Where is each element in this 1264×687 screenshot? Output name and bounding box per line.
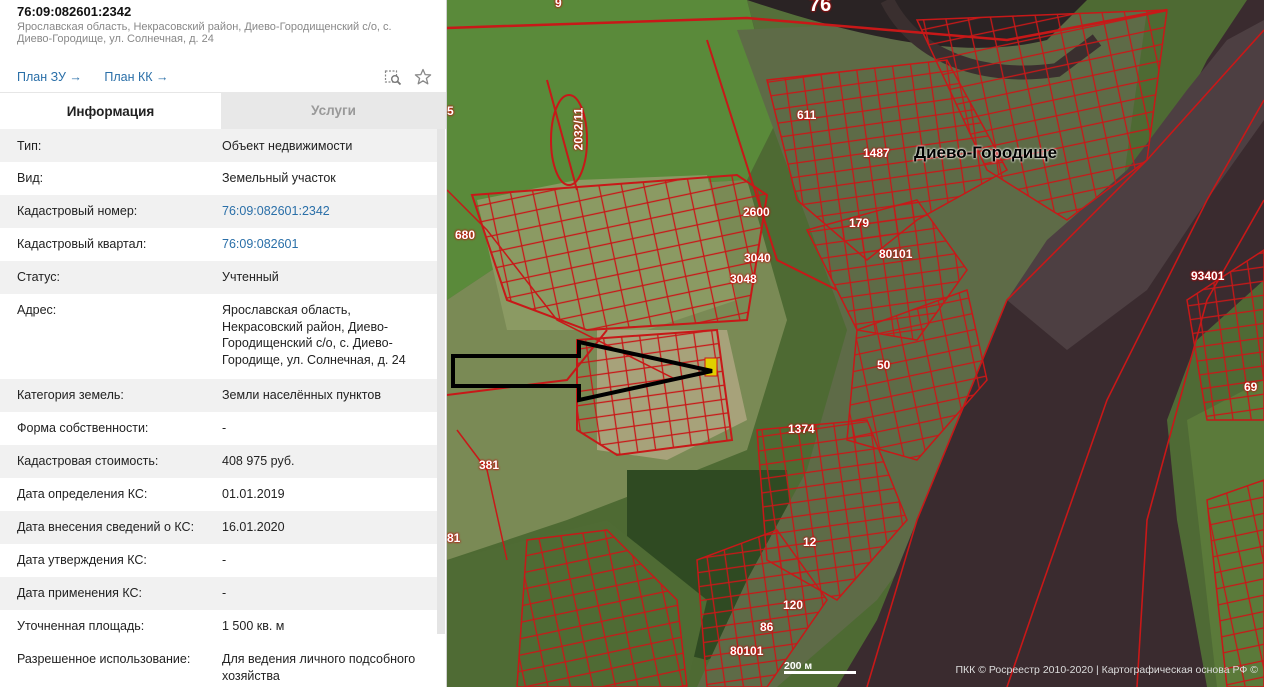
field-label: Кадастровая стоимость: xyxy=(17,454,159,468)
plan-zu-link[interactable]: План ЗУ → xyxy=(17,70,82,84)
table-row: Дата утверждения КС: - xyxy=(0,544,437,577)
parcel-label: 3040 xyxy=(744,251,771,265)
table-row: Статус: Учтенный xyxy=(0,261,437,294)
parcel-label: 1374 xyxy=(788,422,815,436)
field-label: Кадастровый квартал: xyxy=(17,237,147,251)
field-value: 408 975 руб. xyxy=(222,454,295,468)
table-row: Категория земель: Земли населённых пункто… xyxy=(0,379,437,412)
field-label: Вид: xyxy=(17,171,44,185)
table-row: Тип: Объект недвижимости xyxy=(0,129,437,162)
attribute-table: Тип: Объект недвижимости Вид: Земельный уч… xyxy=(0,129,437,683)
zoom-to-object-icon[interactable] xyxy=(384,68,402,86)
field-value: - xyxy=(222,586,227,600)
field-value: Ярославская область, Некрасовский район,… xyxy=(222,303,406,367)
field-label: Дата применения КС: xyxy=(17,586,143,600)
table-row: Дата применения КС: - xyxy=(0,577,437,610)
parcel-label: 179 xyxy=(849,216,870,230)
table-row: Кадастровый квартал: 76:09:082601 xyxy=(0,228,437,261)
parcel-label: 381 xyxy=(479,458,500,472)
plan-kk-link[interactable]: План КК → xyxy=(104,70,168,84)
table-row: Уточненная площадь: 1 500 кв. м xyxy=(0,610,437,643)
map-view[interactable]: Диево-Городище 76 9 2032/11 611 1487 680… xyxy=(447,0,1264,687)
table-row: Дата определения КС: 01.01.2019 xyxy=(0,478,437,511)
quarter-label: 80101 xyxy=(879,247,913,261)
quarter-label: 93401 xyxy=(1191,269,1225,283)
map-copyright: ПКК © Росреестр 2010-2020 | Картографиче… xyxy=(955,664,1259,676)
parcel-label: 50 xyxy=(877,358,891,372)
parcel-label: 5 xyxy=(447,104,454,118)
scale-bar: 200 м xyxy=(784,660,856,674)
field-value: 1 500 кв. м xyxy=(222,619,285,633)
place-label: Диево-Городище xyxy=(914,143,1058,162)
field-value: 16.01.2020 xyxy=(222,520,285,534)
table-row: Адрес: Ярославская область, Некрасовский … xyxy=(0,294,437,379)
field-label: Статус: xyxy=(17,270,60,284)
favorite-star-icon[interactable] xyxy=(414,68,432,86)
field-label: Категория земель: xyxy=(17,388,124,402)
cad-quarter-link[interactable]: 76:09:082601 xyxy=(222,236,437,261)
parcel-label: 120 xyxy=(783,598,804,612)
field-value: Учтенный xyxy=(222,270,279,284)
field-value: Земельный участок xyxy=(222,171,336,185)
parcel-label: 2032/11 xyxy=(571,107,586,151)
panel-header: 76:09:082601:2342 Ярославская область, Н… xyxy=(0,0,446,92)
table-row: Кадастровая стоимость: 408 975 руб. xyxy=(0,445,437,478)
field-value: - xyxy=(222,421,227,435)
table-row: Разрешенное использование: Для ведения ли… xyxy=(0,643,437,683)
header-actions xyxy=(384,68,432,86)
field-value: - xyxy=(222,553,227,567)
field-label: Форма собственности: xyxy=(17,421,149,435)
quarter-label: 76 xyxy=(809,0,832,16)
object-address: Ярославская область, Некрасовский район,… xyxy=(17,21,392,45)
parcel-label: 1487 xyxy=(863,146,890,160)
field-value: Объект недвижимости xyxy=(222,139,353,153)
quarter-label: 9 xyxy=(555,0,562,10)
field-value: Для ведения личного подсобного хозяйства xyxy=(222,652,416,683)
quarter-label: 80101 xyxy=(730,644,764,658)
field-label: Тип: xyxy=(17,139,42,153)
parcel-label: 81 xyxy=(447,531,461,545)
map-canvas xyxy=(447,0,1264,687)
field-value: 01.01.2019 xyxy=(222,487,285,501)
field-label: Кадастровый номер: xyxy=(17,204,138,218)
parcel-label: 2600 xyxy=(743,205,770,219)
panel-tabs: Информация Услуги xyxy=(0,92,446,129)
field-label: Дата утверждения КС: xyxy=(17,553,147,567)
cad-number-title: 76:09:082601:2342 xyxy=(17,4,132,19)
plan-links: План ЗУ → План КК → xyxy=(17,68,432,86)
cad-number-link[interactable]: 76:09:082601:2342 xyxy=(222,203,437,228)
panel-scrollbar[interactable] xyxy=(437,129,445,634)
table-row: Форма собственности: - xyxy=(0,412,437,445)
info-panel: 76:09:082601:2342 Ярославская область, Н… xyxy=(0,0,447,687)
table-row: Кадастровый номер: 76:09:082601:2342 xyxy=(0,195,437,228)
table-row: Вид: Земельный участок xyxy=(0,162,437,195)
parcel-label: 12 xyxy=(803,535,817,549)
parcel-label: 611 xyxy=(797,108,817,122)
table-row: Дата внесения сведений о КС: 16.01.2020 xyxy=(0,511,437,544)
field-value: Земли населённых пунктов xyxy=(222,388,381,402)
tab-info[interactable]: Информация xyxy=(0,92,221,129)
tab-services[interactable]: Услуги xyxy=(221,92,446,129)
field-label: Дата определения КС: xyxy=(17,487,148,501)
parcel-label: 3048 xyxy=(730,272,757,286)
parcel-label: 69 xyxy=(1244,380,1258,394)
field-label: Уточненная площадь: xyxy=(17,619,145,633)
scale-line xyxy=(784,671,856,674)
field-label: Дата внесения сведений о КС: xyxy=(17,520,195,534)
field-label: Разрешенное использование: xyxy=(17,652,191,666)
field-label: Адрес: xyxy=(17,303,57,317)
parcel-label: 86 xyxy=(760,620,774,634)
parcel-label: 680 xyxy=(455,228,476,242)
